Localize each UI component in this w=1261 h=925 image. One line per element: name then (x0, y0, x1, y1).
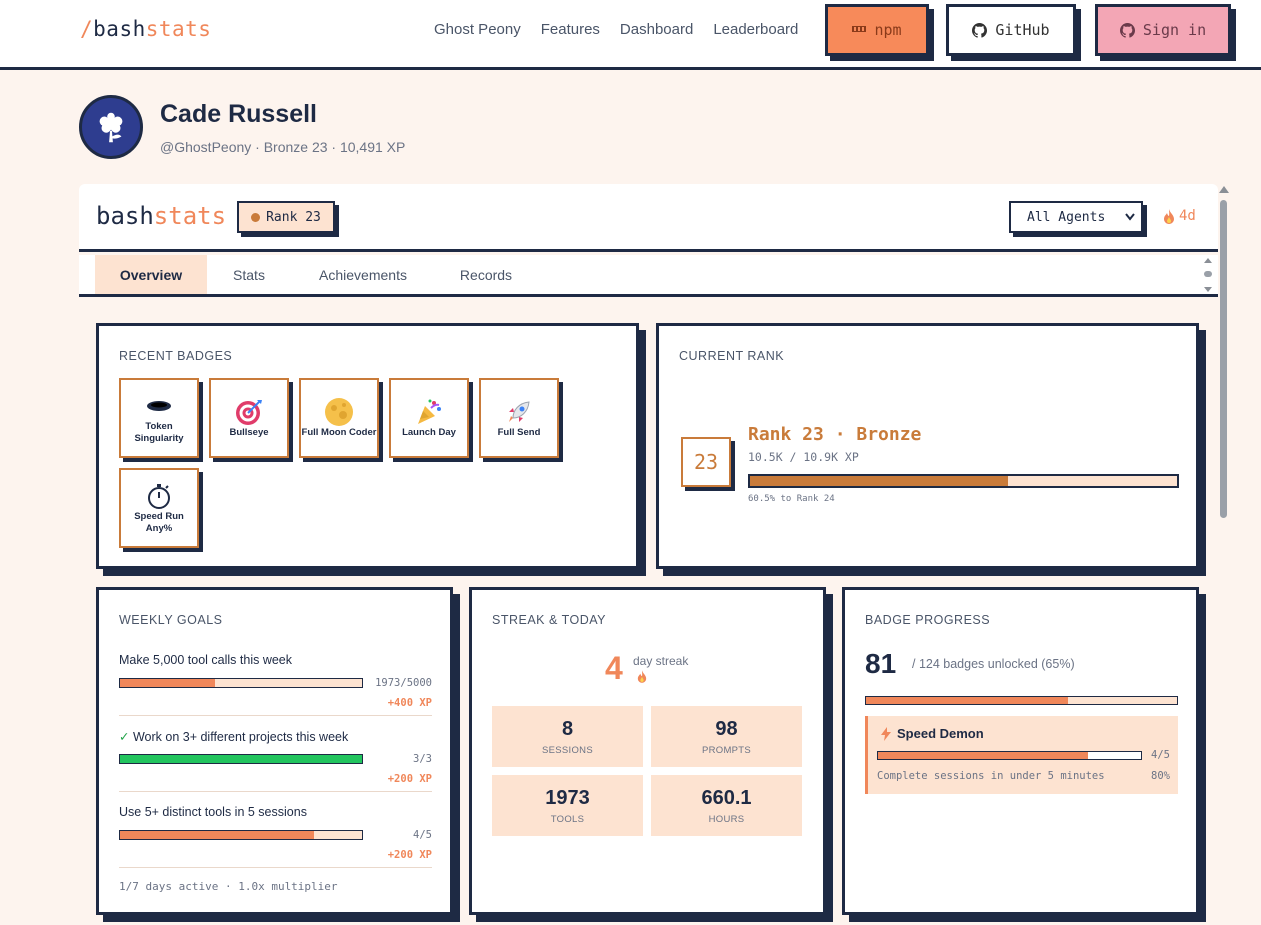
top-nav: /bashstats Ghost Peony Features Dashboar… (0, 0, 1261, 70)
card-title: BADGE PROGRESS (865, 613, 991, 627)
badge-count: 81 (865, 648, 897, 679)
badge-speed-run[interactable]: Speed Run Any% (119, 468, 199, 548)
badge-bullseye[interactable]: Bullseye (209, 378, 289, 458)
moon-icon (325, 398, 353, 426)
card-title: STREAK & TODAY (492, 613, 606, 627)
streak-today-card: STREAK & TODAY 4 day streak 8 SESSIONS 9… (469, 587, 826, 915)
goal-progress-bar (119, 754, 363, 764)
rank-progress-fill (750, 476, 1009, 486)
goal-count: 1973/5000 (375, 677, 432, 689)
site-logo[interactable]: /bashstats (80, 17, 211, 41)
chevron-down-icon (1125, 213, 1135, 221)
rocket-icon (509, 401, 530, 422)
card-title: CURRENT RANK (679, 349, 785, 363)
tab-scroll-control[interactable] (1202, 256, 1214, 294)
stat-sessions: 8 SESSIONS (492, 706, 643, 767)
goal-item: Use 5+ distinct tools in 5 sessions 4/5 … (119, 805, 432, 868)
nav-link-leaderboard[interactable]: Leaderboard (713, 21, 798, 38)
tab-stats[interactable]: Stats (217, 255, 281, 294)
weekly-goals-card: WEEKLY GOALS Make 5,000 tool calls this … (96, 587, 453, 915)
peony-icon (99, 112, 123, 143)
rank-number-box: 23 (681, 437, 731, 487)
profile-name: Cade Russell (160, 100, 318, 128)
streak-label: day streak (633, 654, 689, 668)
tab-bar: Overview Stats Achievements Records (79, 255, 1218, 297)
rank-progress-bar (748, 474, 1179, 488)
check-icon: ✓ (119, 730, 130, 744)
goal-xp: +200 XP (387, 773, 432, 785)
stats-widget: bashstats Rank 23 All Agents 4d Overview… (79, 184, 1218, 925)
github-icon (972, 22, 988, 38)
npm-button[interactable]: npm (825, 4, 929, 56)
goal-count: 3/3 (413, 753, 432, 765)
streak-indicator: 4d (1163, 208, 1196, 224)
tab-achievements[interactable]: Achievements (301, 255, 425, 294)
stat-tools: 1973 TOOLS (492, 775, 643, 836)
nav-link-ghost-peony[interactable]: Ghost Peony (434, 21, 521, 38)
nav-link-dashboard[interactable]: Dashboard (620, 21, 693, 38)
party-popper-icon (418, 399, 441, 424)
stopwatch-icon (148, 484, 170, 509)
next-badge-count: 4/5 (1151, 749, 1170, 761)
sign-in-button[interactable]: Sign in (1095, 4, 1231, 56)
rank-title: Rank 23 · Bronze (748, 424, 922, 445)
badge-progress-bar (865, 696, 1178, 705)
badge-progress-card: BADGE PROGRESS 81 / 124 badges unlocked … (842, 587, 1199, 915)
goal-item: ✓ Work on 3+ different projects this wee… (119, 729, 432, 792)
streak-number: 4 (605, 650, 623, 686)
goal-progress-bar (119, 830, 363, 840)
black-hole-icon (147, 401, 171, 411)
recent-badges-card: RECENT BADGES Token Singularity Bullseye… (96, 323, 639, 569)
next-badge: Speed Demon 4/5 Complete sessions in und… (865, 716, 1178, 794)
goal-progress-bar (119, 678, 363, 688)
page-scrollbar[interactable] (1218, 184, 1230, 925)
nav-links: Ghost Peony Features Dashboard Leaderboa… (434, 21, 798, 38)
github-button[interactable]: GitHub (946, 4, 1076, 56)
lightning-icon (881, 726, 891, 741)
badge-launch-day[interactable]: Launch Day (389, 378, 469, 458)
current-rank-card: CURRENT RANK 23 Rank 23 · Bronze 10.5K /… (656, 323, 1199, 569)
scrollbar-thumb[interactable] (1220, 200, 1227, 518)
rank-xp: 10.5K / 10.9K XP (748, 450, 859, 464)
rank-progress-note: 60.5% to Rank 24 (748, 494, 835, 504)
avatar (79, 95, 143, 159)
tab-overview[interactable]: Overview (95, 255, 207, 294)
flame-icon (1164, 208, 1174, 224)
goal-item: Make 5,000 tool calls this week 1973/500… (119, 653, 432, 716)
agent-select[interactable]: All Agents (1009, 201, 1143, 233)
badge-full-moon-coder[interactable]: Full Moon Coder (299, 378, 379, 458)
widget-logo: bashstats (96, 202, 227, 230)
profile-subtitle: @GhostPeony · Bronze 23 · 10,491 XP (160, 139, 406, 155)
github-icon (1119, 22, 1135, 38)
stat-hours: 660.1 HOURS (651, 775, 802, 836)
next-badge-percent: 80% (1151, 770, 1170, 782)
rank-dot-icon (251, 212, 261, 222)
widget-header: bashstats Rank 23 All Agents 4d (79, 184, 1218, 252)
card-title: RECENT BADGES (119, 349, 233, 363)
npm-icon (852, 26, 867, 32)
flame-icon (637, 670, 647, 688)
scroll-up-arrow-icon[interactable] (1219, 186, 1229, 193)
goal-xp: +200 XP (387, 849, 432, 861)
goal-count: 4/5 (413, 829, 432, 841)
badge-full-send[interactable]: Full Send (479, 378, 559, 458)
next-badge-progress-bar (877, 751, 1142, 760)
tab-records[interactable]: Records (445, 255, 527, 294)
next-badge-description: Complete sessions in under 5 minutes (877, 770, 1105, 782)
nav-link-features[interactable]: Features (541, 21, 600, 38)
stat-prompts: 98 PROMPTS (651, 706, 802, 767)
badge-count-subtitle: / 124 badges unlocked (65%) (912, 657, 1075, 671)
target-icon (236, 400, 262, 425)
card-title: WEEKLY GOALS (119, 613, 223, 627)
goal-xp: +400 XP (387, 697, 432, 709)
rank-pill: Rank 23 (237, 201, 335, 233)
badge-token-singularity[interactable]: Token Singularity (119, 378, 199, 458)
goals-footer: 1/7 days active · 1.0x multiplier (119, 880, 338, 893)
